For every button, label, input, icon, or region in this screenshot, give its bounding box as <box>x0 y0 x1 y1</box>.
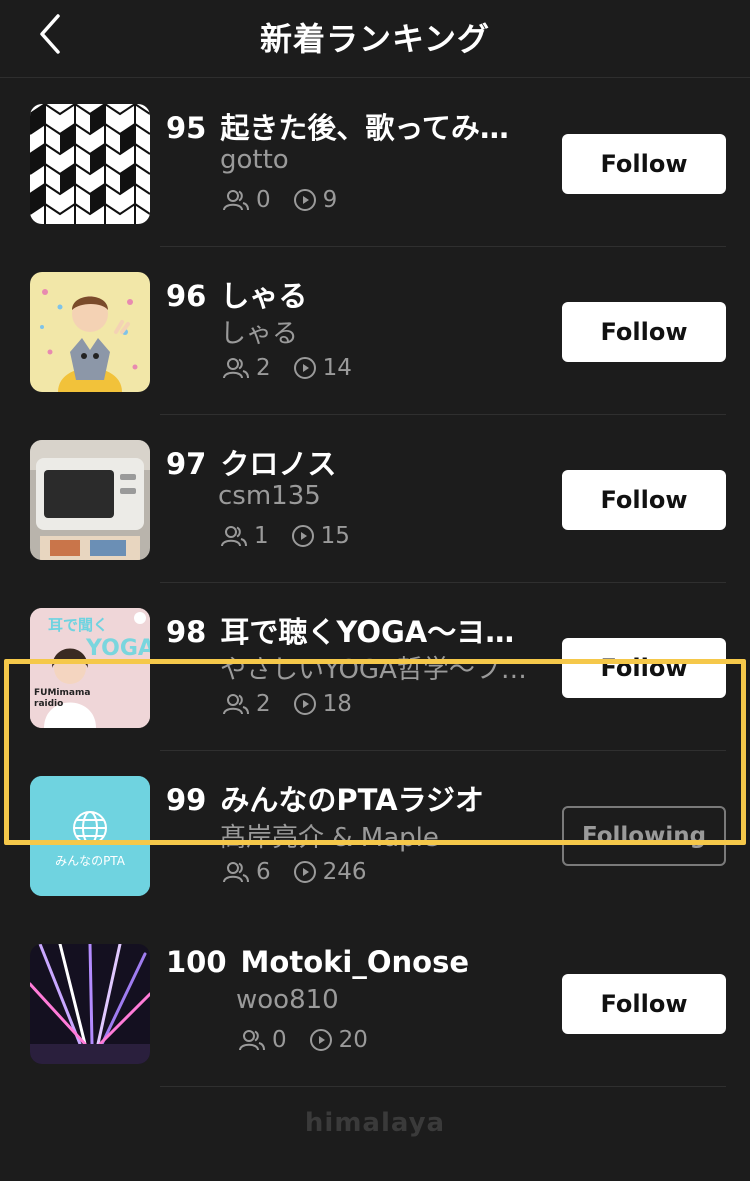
play-count: 246 <box>322 859 367 885</box>
brand-logo: himalaya <box>304 1108 446 1138</box>
users-icon <box>223 190 249 211</box>
users-icon <box>223 862 249 883</box>
play-count-icon <box>293 693 316 715</box>
top-bar: 新着ランキング <box>0 0 750 78</box>
stats: 0 20 <box>238 1027 390 1053</box>
stats: 6 246 <box>222 859 389 885</box>
follower-count: 0 <box>272 1027 287 1053</box>
rank-number: 97 <box>166 447 207 481</box>
stats: 2 14 <box>222 355 374 381</box>
podcast-author: 髙岸亮介 & Maple <box>220 823 439 853</box>
podcast-title: みんなのPTAラジオ <box>220 783 485 817</box>
podcast-title: クロノス <box>220 447 337 481</box>
users-icon <box>223 358 249 379</box>
users-icon <box>223 694 249 715</box>
podcast-cover <box>30 944 150 1064</box>
list-item[interactable]: 96 しゃる しゃる 2 14 Follow <box>0 247 750 415</box>
play-count-icon <box>293 189 316 211</box>
podcast-title: 起きた後、歌ってみ… <box>220 111 509 145</box>
podcast-cover <box>30 272 150 392</box>
follower-count: 1 <box>254 523 269 549</box>
podcast-author: しゃる <box>220 319 299 349</box>
follower-count: 6 <box>256 859 271 885</box>
podcast-author: やさしいYOGA哲学〜フ… <box>220 655 527 685</box>
list-item[interactable]: 耳で聞く YOGA FUMimama raidio 98 耳で聴くYOGA〜ヨ… … <box>0 583 750 751</box>
podcast-author: woo810 <box>236 985 339 1015</box>
users-icon <box>221 526 247 547</box>
globe-icon <box>30 776 150 896</box>
rank-number: 99 <box>166 783 207 817</box>
following-button[interactable]: Following <box>562 806 726 866</box>
users-icon <box>239 1030 265 1051</box>
rank-number: 96 <box>166 279 207 313</box>
play-count-icon <box>293 861 316 883</box>
follower-count: 2 <box>256 691 271 717</box>
podcast-author: gotto <box>220 145 289 175</box>
cover-caption: 耳で聞く <box>48 616 109 634</box>
follower-count: 0 <box>256 187 271 213</box>
play-count-icon <box>291 525 314 547</box>
rank-number: 95 <box>166 111 207 145</box>
play-count: 14 <box>322 355 352 381</box>
play-count: 18 <box>322 691 352 717</box>
podcast-title: Motoki_Onose <box>240 945 469 979</box>
list-item[interactable]: 97 クロノス csm135 1 15 Follow <box>0 415 750 583</box>
play-count: 15 <box>320 523 350 549</box>
play-count-icon <box>309 1029 332 1051</box>
list-item[interactable]: みんなのPTA 99 みんなのPTAラジオ 髙岸亮介 & Maple 6 246 … <box>0 751 750 919</box>
play-count-icon <box>293 357 316 379</box>
cover-title: YOGA <box>86 636 150 661</box>
stats: 1 15 <box>220 523 372 549</box>
podcast-cover <box>30 440 150 560</box>
divider <box>160 1086 726 1087</box>
cover-subtitle: FUMimama raidio <box>34 688 91 709</box>
follow-button[interactable]: Follow <box>562 974 726 1034</box>
follower-count: 2 <box>256 355 271 381</box>
follow-button[interactable]: Follow <box>562 638 726 698</box>
follow-button[interactable]: Follow <box>562 302 726 362</box>
podcast-title: しゃる <box>220 279 308 313</box>
play-count: 9 <box>322 187 338 213</box>
podcast-cover <box>30 104 150 224</box>
podcast-cover: みんなのPTA <box>30 776 150 896</box>
stats: 2 18 <box>222 691 374 717</box>
podcast-author: csm135 <box>218 481 321 511</box>
rank-number: 100 <box>166 945 227 979</box>
podcast-cover: 耳で聞く YOGA FUMimama raidio <box>30 608 150 728</box>
ranking-list: 95 起きた後、歌ってみ… gotto 0 9 Follow 96 しゃる しゃ… <box>0 79 750 1087</box>
cover-label: みんなのPTA <box>55 854 125 868</box>
follow-button[interactable]: Follow <box>562 134 726 194</box>
stats: 0 9 <box>222 187 359 213</box>
follow-button[interactable]: Follow <box>562 470 726 530</box>
podcast-title: 耳で聴くYOGA〜ヨ… <box>220 615 515 649</box>
list-item[interactable]: 95 起きた後、歌ってみ… gotto 0 9 Follow <box>0 79 750 247</box>
list-item[interactable]: 100 Motoki_Onose woo810 0 20 Follow <box>0 919 750 1087</box>
play-count: 20 <box>338 1027 368 1053</box>
rank-number: 98 <box>166 615 207 649</box>
page-title: 新着ランキング <box>259 20 491 58</box>
